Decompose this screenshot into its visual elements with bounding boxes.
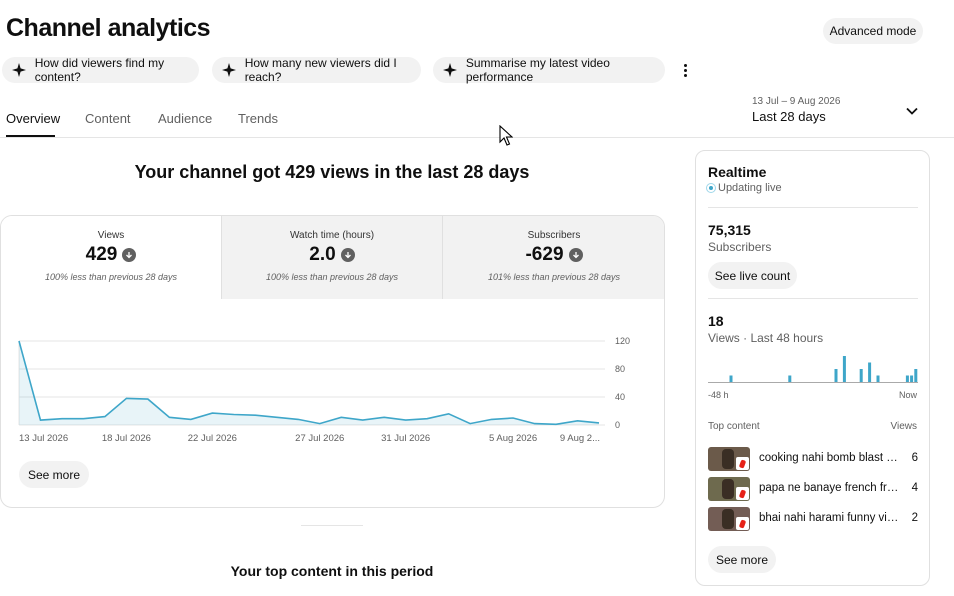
shorts-icon (736, 457, 749, 470)
views-area (19, 341, 599, 425)
more-options-icon[interactable] (678, 60, 692, 80)
video-thumbnail (708, 447, 750, 471)
chip-label: How many new viewers did I reach? (244, 56, 397, 84)
subscriber-label: Subscribers (708, 240, 772, 254)
top-content-item[interactable]: bhai nahi harami funny vid... 2 (708, 507, 918, 531)
video-views: 2 (911, 512, 918, 524)
date-range-selector[interactable]: 13 Jul – 9 Aug 2026 Last 28 days (752, 96, 840, 124)
metrics-card: Views 429 100% less than previous 28 day… (0, 215, 665, 508)
views-column-header: Views (890, 421, 918, 432)
video-views: 6 (911, 452, 918, 464)
realtime-bar (859, 369, 863, 382)
realtime-bar (729, 375, 733, 382)
tab-content[interactable]: Content (85, 111, 131, 126)
divider (708, 298, 918, 299)
top-content-item[interactable]: papa ne banaye french frie... 4 (708, 477, 918, 501)
axis-start-label: -48 h (708, 390, 729, 400)
video-thumbnail (708, 507, 750, 531)
video-title: papa ne banaye french frie... (759, 482, 899, 494)
x-tick-label: 27 Jul 2026 (295, 433, 344, 444)
realtime-views-count: 18 (708, 313, 724, 329)
realtime-card: Realtime Updating live 75,315 Subscriber… (695, 150, 930, 586)
realtime-bar (910, 375, 914, 382)
chip-latest-video[interactable]: Summarise my latest video performance (433, 56, 665, 84)
realtime-bar (876, 375, 880, 382)
realtime-bar (788, 375, 792, 382)
x-tick-label: 5 Aug 2026 (489, 433, 537, 444)
x-tick-label: 31 Jul 2026 (381, 433, 430, 444)
x-tick-label: 13 Jul 2026 (19, 433, 68, 444)
divider (708, 207, 918, 208)
realtime-views-bars (708, 356, 918, 383)
chevron-down-icon[interactable] (905, 104, 919, 118)
live-dot-icon (706, 183, 716, 193)
date-range-label: Last 28 days (752, 109, 826, 124)
views-line (18, 340, 600, 426)
live-status-label: Updating live (718, 182, 782, 194)
x-tick-label: 22 Jul 2026 (188, 433, 237, 444)
video-title: cooking nahi bomb blast fu... (759, 452, 899, 464)
y-tick-label: 40 (615, 392, 625, 402)
see-live-count-button[interactable]: See live count (708, 262, 797, 289)
date-range-dates: 13 Jul – 9 Aug 2026 (752, 96, 841, 107)
video-thumbnail (708, 477, 750, 501)
mouse-cursor-icon (499, 125, 513, 146)
video-title: bhai nahi harami funny vid... (759, 512, 899, 524)
tab-trends[interactable]: Trends (238, 111, 278, 126)
shorts-icon (736, 517, 749, 530)
chip-new-viewers[interactable]: How many new viewers did I reach? (212, 56, 421, 84)
tab-audience[interactable]: Audience (158, 111, 212, 126)
page-title: Channel analytics (6, 14, 211, 42)
y-tick-label: 0 (615, 420, 620, 430)
chip-viewer-sources[interactable]: How did viewers find my content? (2, 56, 199, 84)
top-content-title: Your top content in this period (230, 563, 434, 579)
realtime-bar (914, 369, 918, 382)
advanced-mode-button[interactable]: Advanced mode (823, 18, 923, 44)
realtime-bar (842, 356, 846, 382)
realtime-views-label: Views · Last 48 hours (708, 331, 824, 345)
shorts-icon (736, 487, 749, 500)
section-divider (301, 525, 363, 526)
tab-overview[interactable]: Overview (6, 111, 60, 126)
realtime-bar (905, 375, 909, 382)
chip-label: Summarise my latest video performance (465, 56, 610, 84)
top-content-header: Top content (708, 421, 760, 432)
y-tick-label: 80 (615, 364, 625, 374)
chip-label: How did viewers find my content? (34, 56, 165, 84)
y-tick-label: 120 (615, 336, 630, 346)
realtime-bar (868, 362, 872, 382)
views-summary-headline: Your channel got 429 views in the last 2… (134, 162, 530, 182)
x-tick-label: 9 Aug 2... (560, 433, 600, 444)
see-more-button[interactable]: See more (19, 461, 89, 488)
sparkle-icon (443, 62, 458, 78)
views-chart: 120 80 40 0 13 Jul 2026 18 Jul 2026 22 Jul 202… (18, 336, 630, 444)
realtime-title: Realtime (708, 164, 767, 180)
top-content-item[interactable]: cooking nahi bomb blast fu... 6 (708, 447, 918, 471)
sparkle-icon (12, 62, 27, 78)
realtime-see-more-button[interactable]: See more (708, 546, 776, 573)
live-status: Updating live (706, 182, 782, 194)
realtime-bar (834, 369, 838, 382)
axis-end-label: Now (898, 390, 917, 400)
x-tick-label: 18 Jul 2026 (102, 433, 151, 444)
subscriber-count: 75,315 (708, 222, 751, 238)
video-views: 4 (911, 482, 918, 494)
sparkle-icon (222, 62, 237, 78)
active-tab-indicator (6, 135, 55, 137)
